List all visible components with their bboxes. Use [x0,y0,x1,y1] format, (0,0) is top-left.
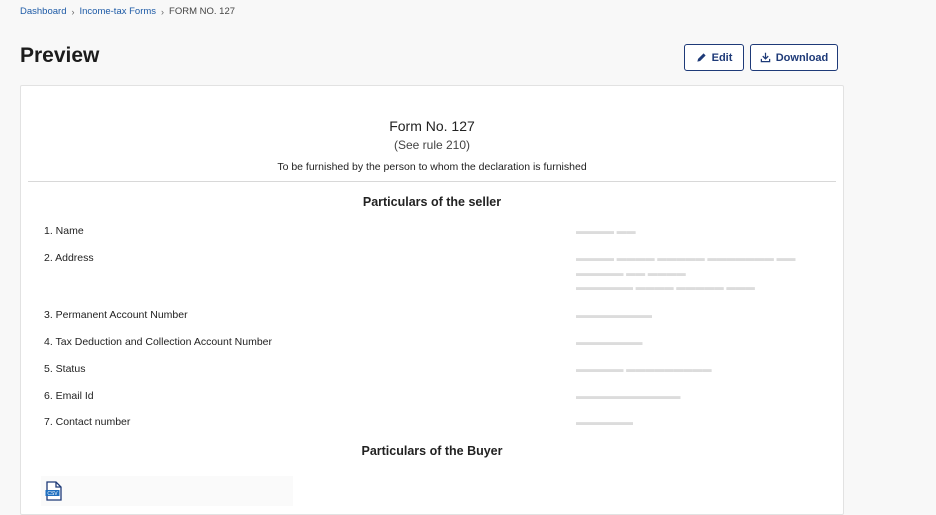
field-value-contact: ▬▬▬▬▬▬ [576,417,633,428]
field-label-status: 5. Status [44,363,86,375]
buyer-section-heading: Particulars of the Buyer [361,444,503,458]
page-title: Preview [20,44,100,67]
breadcrumb-current: FORM NO. 127 [169,6,236,17]
csv-file-icon[interactable]: CSV [45,481,63,501]
field-value-email: ▬▬▬▬▬▬▬▬▬▬▬ [576,391,681,402]
field-label-email: 6. Email Id [44,390,94,402]
form-preview-card: Form No. 127 (See rule 210) To be furnis… [20,85,844,515]
attachment-row [41,476,293,506]
breadcrumb-income-tax-forms[interactable]: Income-tax Forms [79,6,156,17]
download-button-label: Download [775,51,829,64]
form-note: To be furnished by the person to whom th… [277,161,587,173]
edit-button[interactable]: Edit [684,44,744,71]
seller-section-heading: Particulars of the seller [362,195,502,209]
breadcrumb-separator: › [71,6,75,17]
breadcrumb: Dashboard › Income-tax Forms › FORM NO. … [20,6,235,17]
breadcrumb-dashboard[interactable]: Dashboard [20,6,66,17]
download-icon [760,52,770,63]
field-label-contact: 7. Contact number [44,416,131,428]
breadcrumb-separator: › [161,6,165,17]
field-label-name: 1. Name [44,225,84,237]
field-value-pan: ▬▬▬▬▬▬▬▬ [576,310,652,321]
edit-button-label: Edit [711,51,733,64]
field-value-address: ▬▬▬▬ ▬▬▬▬ ▬▬▬▬▬ ▬▬▬▬▬▬▬ ▬▬ ▬▬▬▬▬ ▬▬ ▬▬▬▬ ▬… [576,253,796,293]
field-label-tan: 4. Tax Deduction and Collection Account … [44,336,273,348]
field-value-status: ▬▬▬▬▬ ▬▬▬▬▬▬▬▬▬ [576,364,712,375]
field-value-name: ▬▬▬▬ ▬▬ [576,226,636,237]
download-button[interactable]: Download [750,44,838,71]
field-label-address: 2. Address [44,252,94,264]
form-subtitle: (See rule 210) [393,138,471,152]
pencil-icon [696,53,706,62]
field-label-pan: 3. Permanent Account Number [44,309,188,321]
svg-text:CSV: CSV [47,491,58,497]
field-value-tan: ▬▬▬▬▬▬▬ [576,337,643,348]
form-title: Form No. 127 [389,118,475,134]
divider [28,181,836,182]
